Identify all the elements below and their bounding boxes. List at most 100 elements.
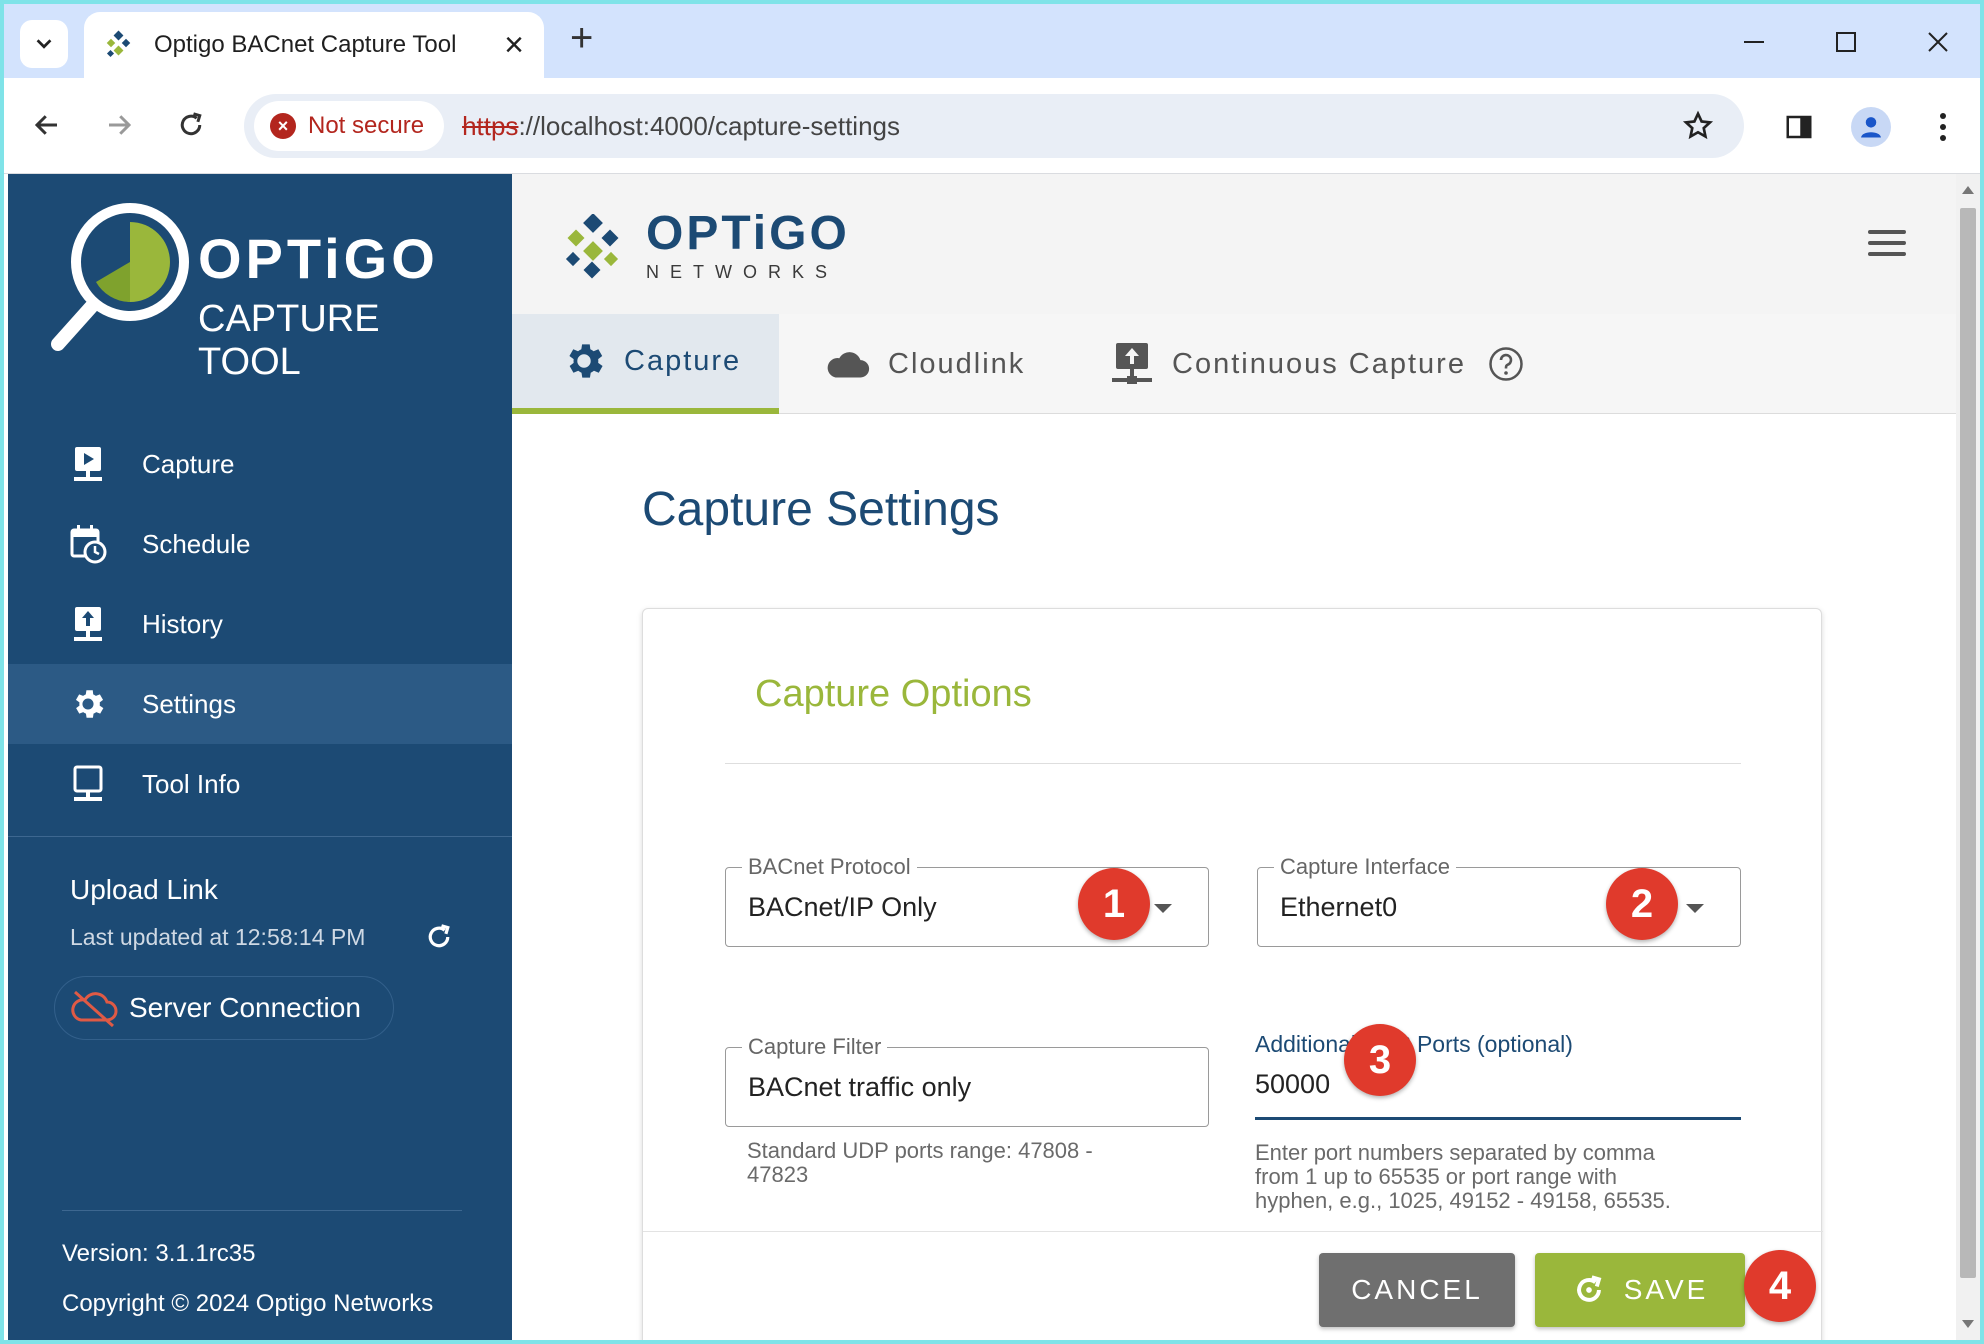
bookmark-star-icon[interactable] xyxy=(1682,110,1714,142)
tab-capture[interactable]: Capture xyxy=(512,314,779,414)
side-panel-button[interactable] xyxy=(1774,102,1824,152)
optigo-mark-icon xyxy=(565,213,619,278)
tab-close-icon[interactable]: × xyxy=(504,28,524,62)
optigo-networks-logo: OPTiGO NETWORKS xyxy=(562,210,850,283)
hamburger-menu-icon[interactable] xyxy=(1868,230,1906,258)
card-title: Capture Options xyxy=(755,673,1032,715)
sidebar-item-label: Settings xyxy=(142,688,236,719)
side-panel-icon xyxy=(1786,115,1812,139)
main-content: OPTiGO NETWORKS Capture Cloudlink Contin… xyxy=(512,174,1956,1340)
kebab-menu-icon xyxy=(1940,113,1946,141)
browser-toolbar: × Not secure https://localhost:4000/capt… xyxy=(4,78,1980,174)
tab-cloudlink[interactable]: Cloudlink xyxy=(824,314,1025,414)
sidebar-item-capture[interactable]: Capture xyxy=(8,424,512,504)
url-text[interactable]: https://localhost:4000/capture-settings xyxy=(462,111,1682,142)
chevron-down-icon xyxy=(36,39,52,49)
scroll-down-arrow-icon[interactable] xyxy=(1962,1320,1974,1328)
tab-title: Optigo BACnet Capture Tool xyxy=(154,31,457,58)
url-rest: ://localhost:4000/capture-settings xyxy=(518,110,900,141)
arrow-left-icon xyxy=(34,115,57,135)
url-scheme: https xyxy=(462,110,519,141)
capture-tool-logo: OPTiGO CAPTURE TOOL xyxy=(48,198,488,383)
server-connection-chip[interactable]: Server Connection xyxy=(54,976,394,1040)
monitor-play-icon xyxy=(68,444,108,484)
tab-search-button[interactable] xyxy=(20,20,68,68)
sidebar-item-label: Capture xyxy=(142,448,235,479)
help-circle-icon[interactable] xyxy=(1488,346,1524,382)
person-icon xyxy=(1861,117,1881,138)
browser-window: Optigo BACnet Capture Tool × + × Not sec… xyxy=(4,4,1980,1340)
maximize-button[interactable] xyxy=(1826,22,1866,62)
helper-line: Enter port numbers separated by comma xyxy=(1255,1140,1655,1165)
optigo-favicon-icon xyxy=(106,30,131,58)
avatar xyxy=(1851,107,1891,147)
page-viewport: OPTiGO CAPTURE TOOL Capture Schedule His… xyxy=(4,174,1980,1340)
close-window-button[interactable] xyxy=(1918,22,1958,62)
upload-link-title: Upload Link xyxy=(70,874,218,905)
browser-menu-button[interactable] xyxy=(1918,102,1968,152)
capture-options-card: Capture Options BACnet Protocol BACnet/I… xyxy=(642,608,1823,1340)
not-secure-label: Not secure xyxy=(308,112,425,139)
helper-line: hyphen, e.g., 1025, 49152 - 49158, 65535… xyxy=(1255,1188,1671,1213)
tab-continuous-capture[interactable]: Continuous Capture xyxy=(1108,314,1524,414)
new-tab-button[interactable]: + xyxy=(570,18,593,58)
reload-button[interactable] xyxy=(166,100,216,150)
calendar-clock-icon xyxy=(68,524,108,564)
sidebar: OPTiGO CAPTURE TOOL Capture Schedule His… xyxy=(8,174,512,1340)
sidebar-item-schedule[interactable]: Schedule xyxy=(8,504,512,584)
dropdown-arrow-icon xyxy=(1686,904,1704,913)
field-label: BACnet Protocol xyxy=(742,854,917,880)
sidebar-nav: Capture Schedule History Settings Tool I… xyxy=(8,424,512,824)
logo-line2: CAPTURE TOOL xyxy=(198,298,380,383)
sidebar-item-label: Schedule xyxy=(142,528,251,559)
upload-link-updated: Last updated at 12:58:14 PM xyxy=(70,924,366,950)
browser-tab[interactable]: Optigo BACnet Capture Tool × xyxy=(84,12,544,78)
save-refresh-icon xyxy=(1576,1275,1602,1302)
tab-label: Capture xyxy=(624,344,742,377)
page-scrollbar[interactable] xyxy=(1956,174,1980,1340)
filter-helper-text: Standard UDP ports range: 47808 - 47823 xyxy=(747,1139,1093,1187)
helper-line: 47823 xyxy=(747,1162,809,1187)
refresh-icon[interactable] xyxy=(424,922,454,952)
profile-button[interactable] xyxy=(1846,102,1896,152)
not-secure-chip[interactable]: × Not secure xyxy=(254,101,445,151)
back-button[interactable] xyxy=(22,100,72,150)
tab-label: Continuous Capture xyxy=(1172,347,1466,380)
forward-button[interactable] xyxy=(94,100,144,150)
field-label: Capture Filter xyxy=(742,1034,888,1060)
field-label: Capture Interface xyxy=(1274,854,1456,880)
brand-line2: NETWORKS xyxy=(646,262,839,282)
save-button[interactable]: SAVE xyxy=(1535,1253,1745,1327)
scroll-up-arrow-icon[interactable] xyxy=(1962,186,1974,194)
sidebar-item-tool-info[interactable]: Tool Info xyxy=(8,744,512,824)
address-bar[interactable]: × Not secure https://localhost:4000/capt… xyxy=(244,94,1744,158)
sidebar-item-history[interactable]: History xyxy=(8,584,512,664)
app-header: OPTiGO NETWORKS xyxy=(512,174,1956,314)
page-title: Capture Settings xyxy=(642,483,1000,536)
annotation-badge-1: 1 xyxy=(1078,868,1150,940)
sidebar-item-label: Tool Info xyxy=(142,768,241,799)
minimize-button[interactable] xyxy=(1734,22,1774,62)
error-icon: × xyxy=(270,113,296,139)
udp-ports-underline xyxy=(1255,1117,1741,1120)
brand-text: OPTiGO NETWORKS xyxy=(646,210,850,283)
copyright-text: Copyright © 2024 Optigo Networks xyxy=(62,1290,434,1317)
helper-line: from 1 up to 65535 or port range with xyxy=(1255,1164,1617,1189)
cloud-off-icon xyxy=(71,990,118,1028)
reload-icon xyxy=(180,112,202,136)
magnifier-logo-icon xyxy=(51,203,189,351)
cancel-button[interactable]: CANCEL xyxy=(1319,1253,1515,1327)
capture-filter-field[interactable]: Capture Filter BACnet traffic only xyxy=(725,1034,1209,1127)
gear-icon xyxy=(560,337,608,385)
dropdown-arrow-icon xyxy=(1154,904,1172,913)
monitor-upload-icon xyxy=(68,604,108,644)
close-icon xyxy=(1928,32,1948,52)
field-value: BACnet/IP Only xyxy=(748,892,937,922)
scroll-thumb[interactable] xyxy=(1960,208,1976,1278)
card-actions-divider xyxy=(643,1231,1823,1232)
udp-ports-input[interactable]: 50000 xyxy=(1255,1069,1330,1100)
gear-icon xyxy=(68,684,108,724)
annotation-badge-2: 2 xyxy=(1606,868,1678,940)
network-upload-icon xyxy=(1108,340,1156,388)
sidebar-item-settings[interactable]: Settings xyxy=(8,664,512,744)
